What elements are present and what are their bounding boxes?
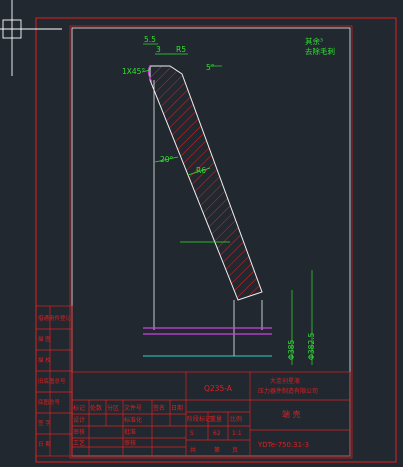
row-design: 设计 bbox=[73, 416, 85, 424]
label-old-base-number: 旧底图总号 bbox=[38, 377, 66, 385]
weight-value: 62 bbox=[213, 430, 221, 437]
dim-dia-382-5: Φ382.5 bbox=[307, 332, 316, 360]
page-word: 页 bbox=[232, 447, 238, 454]
scale-label: 比例 bbox=[230, 415, 242, 423]
sheet-page: 第 bbox=[214, 446, 220, 454]
company-line-2: 压力器件制造有限公司 bbox=[258, 387, 318, 395]
row-check: 审核 bbox=[73, 428, 85, 436]
label-borrow-register: 借通用件登记 bbox=[38, 314, 72, 322]
label-tracing: 描 图 bbox=[38, 335, 51, 343]
row-craft: 工艺 bbox=[73, 439, 85, 447]
part-section[interactable] bbox=[143, 65, 272, 357]
label-base-number: 底图总号 bbox=[38, 398, 61, 406]
col-date: 日期 bbox=[171, 404, 183, 412]
drawing-number: YDTe-750.31-3 bbox=[257, 441, 309, 449]
dim-r5: R5 bbox=[176, 45, 186, 54]
weight-label: 重量 bbox=[210, 415, 222, 423]
col-docno: 文件号 bbox=[124, 404, 142, 412]
title-block-texts: Q235-A 大连创星液 压力器件制造有限公司 标记 处数 分区 文件号 签名 … bbox=[73, 377, 318, 454]
company-line-1: 大连创星液 bbox=[270, 377, 300, 385]
col-mark: 标记 bbox=[73, 404, 85, 412]
dim-angle-5: 5° bbox=[206, 63, 215, 72]
material-text: Q235-A bbox=[204, 384, 233, 393]
stage-mark-label: 阶段标记 bbox=[187, 415, 211, 423]
part-name: 端 壳 bbox=[282, 409, 301, 419]
dim-dia-385: Φ385 bbox=[287, 340, 296, 360]
crosshair-cursor-icon bbox=[0, 0, 62, 76]
col-sign: 签名 bbox=[153, 404, 165, 412]
dim-angle-20: 20° bbox=[160, 155, 174, 164]
label-signature: 签 字 bbox=[38, 419, 51, 427]
dim-r6: R6 bbox=[196, 166, 206, 175]
dim-3: 3 bbox=[156, 45, 161, 54]
col-zone: 分区 bbox=[107, 404, 119, 412]
deburr-note: 去除毛刺 bbox=[305, 46, 335, 56]
sheet-total: 共 bbox=[190, 446, 196, 454]
row-approve: 批准 bbox=[124, 428, 136, 436]
left-label-texts: 借通用件登记 描 图 描 校 旧底图总号 底图总号 签 字 日 期 bbox=[38, 314, 72, 448]
dim-chamfer: 1X45° bbox=[122, 67, 145, 76]
stage-value: S bbox=[190, 430, 194, 437]
label-trace-check: 描 校 bbox=[38, 356, 51, 364]
col-count: 处数 bbox=[90, 404, 102, 412]
roughness-note: 其余³ bbox=[305, 36, 323, 46]
label-date: 日 期 bbox=[38, 441, 51, 448]
row-std: 标准化 bbox=[124, 416, 142, 424]
dim-5-5: 5.5 bbox=[144, 35, 156, 44]
hatched-wall-section bbox=[149, 65, 263, 301]
scale-value: 1:1 bbox=[232, 430, 242, 437]
row-audit: 审核 bbox=[124, 439, 136, 447]
cad-drawing-canvas[interactable]: 5.5 3 R5 1X45° 5° 20° R6 Φ385 Φ382.5 其余³… bbox=[0, 0, 403, 467]
